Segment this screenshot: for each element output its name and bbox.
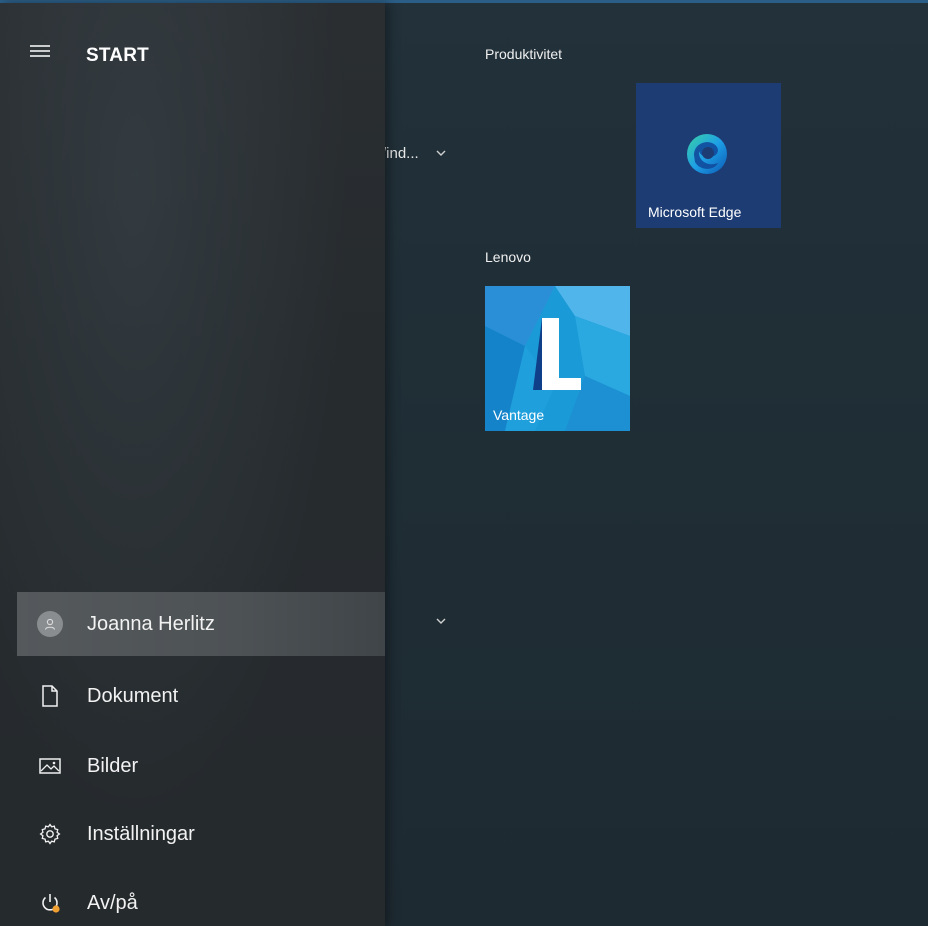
nav-item-installningar[interactable]: Inställningar: [17, 802, 385, 866]
page-title: START: [86, 45, 149, 66]
tile-label: Vantage: [493, 407, 545, 423]
group-label-lenovo: Lenovo: [485, 249, 531, 265]
start-menu: Produktivitet Microsoft Edge Lenovo Vant…: [0, 0, 928, 926]
nav-item-label: Inställningar: [87, 822, 195, 845]
group-label-produktivitet: Produktivitet: [485, 46, 563, 62]
chevron-down-icon[interactable]: [434, 614, 448, 628]
edge-icon: [687, 134, 727, 174]
nav-item-label: Joanna Herlitz: [87, 612, 215, 635]
nav-item-user[interactable]: Joanna Herlitz: [17, 592, 385, 656]
nav-item-label: Bilder: [87, 754, 139, 777]
power-icon: [35, 888, 65, 918]
navigation-pane: START Joanna Herlitz Dokument Bilder Ins…: [0, 3, 385, 926]
nav-item-label: Dokument: [87, 684, 179, 707]
app-list-item-truncated[interactable]: /ind...: [382, 145, 419, 162]
gear-icon: [35, 819, 65, 849]
chevron-down-icon[interactable]: [434, 146, 448, 160]
nav-item-label: Av/på: [87, 891, 138, 914]
hamburger-menu-icon[interactable]: [28, 41, 56, 65]
tile-label: Microsoft Edge: [648, 204, 742, 220]
tile-microsoft-edge[interactable]: Microsoft Edge: [636, 83, 781, 228]
nav-item-bilder[interactable]: Bilder: [17, 734, 385, 798]
nav-item-power[interactable]: Av/på: [17, 871, 385, 926]
tile-vantage[interactable]: Vantage: [485, 286, 630, 431]
user-avatar-icon: [35, 609, 65, 639]
document-icon: [35, 681, 65, 711]
nav-item-dokument[interactable]: Dokument: [17, 664, 385, 728]
pictures-icon: [35, 751, 65, 781]
